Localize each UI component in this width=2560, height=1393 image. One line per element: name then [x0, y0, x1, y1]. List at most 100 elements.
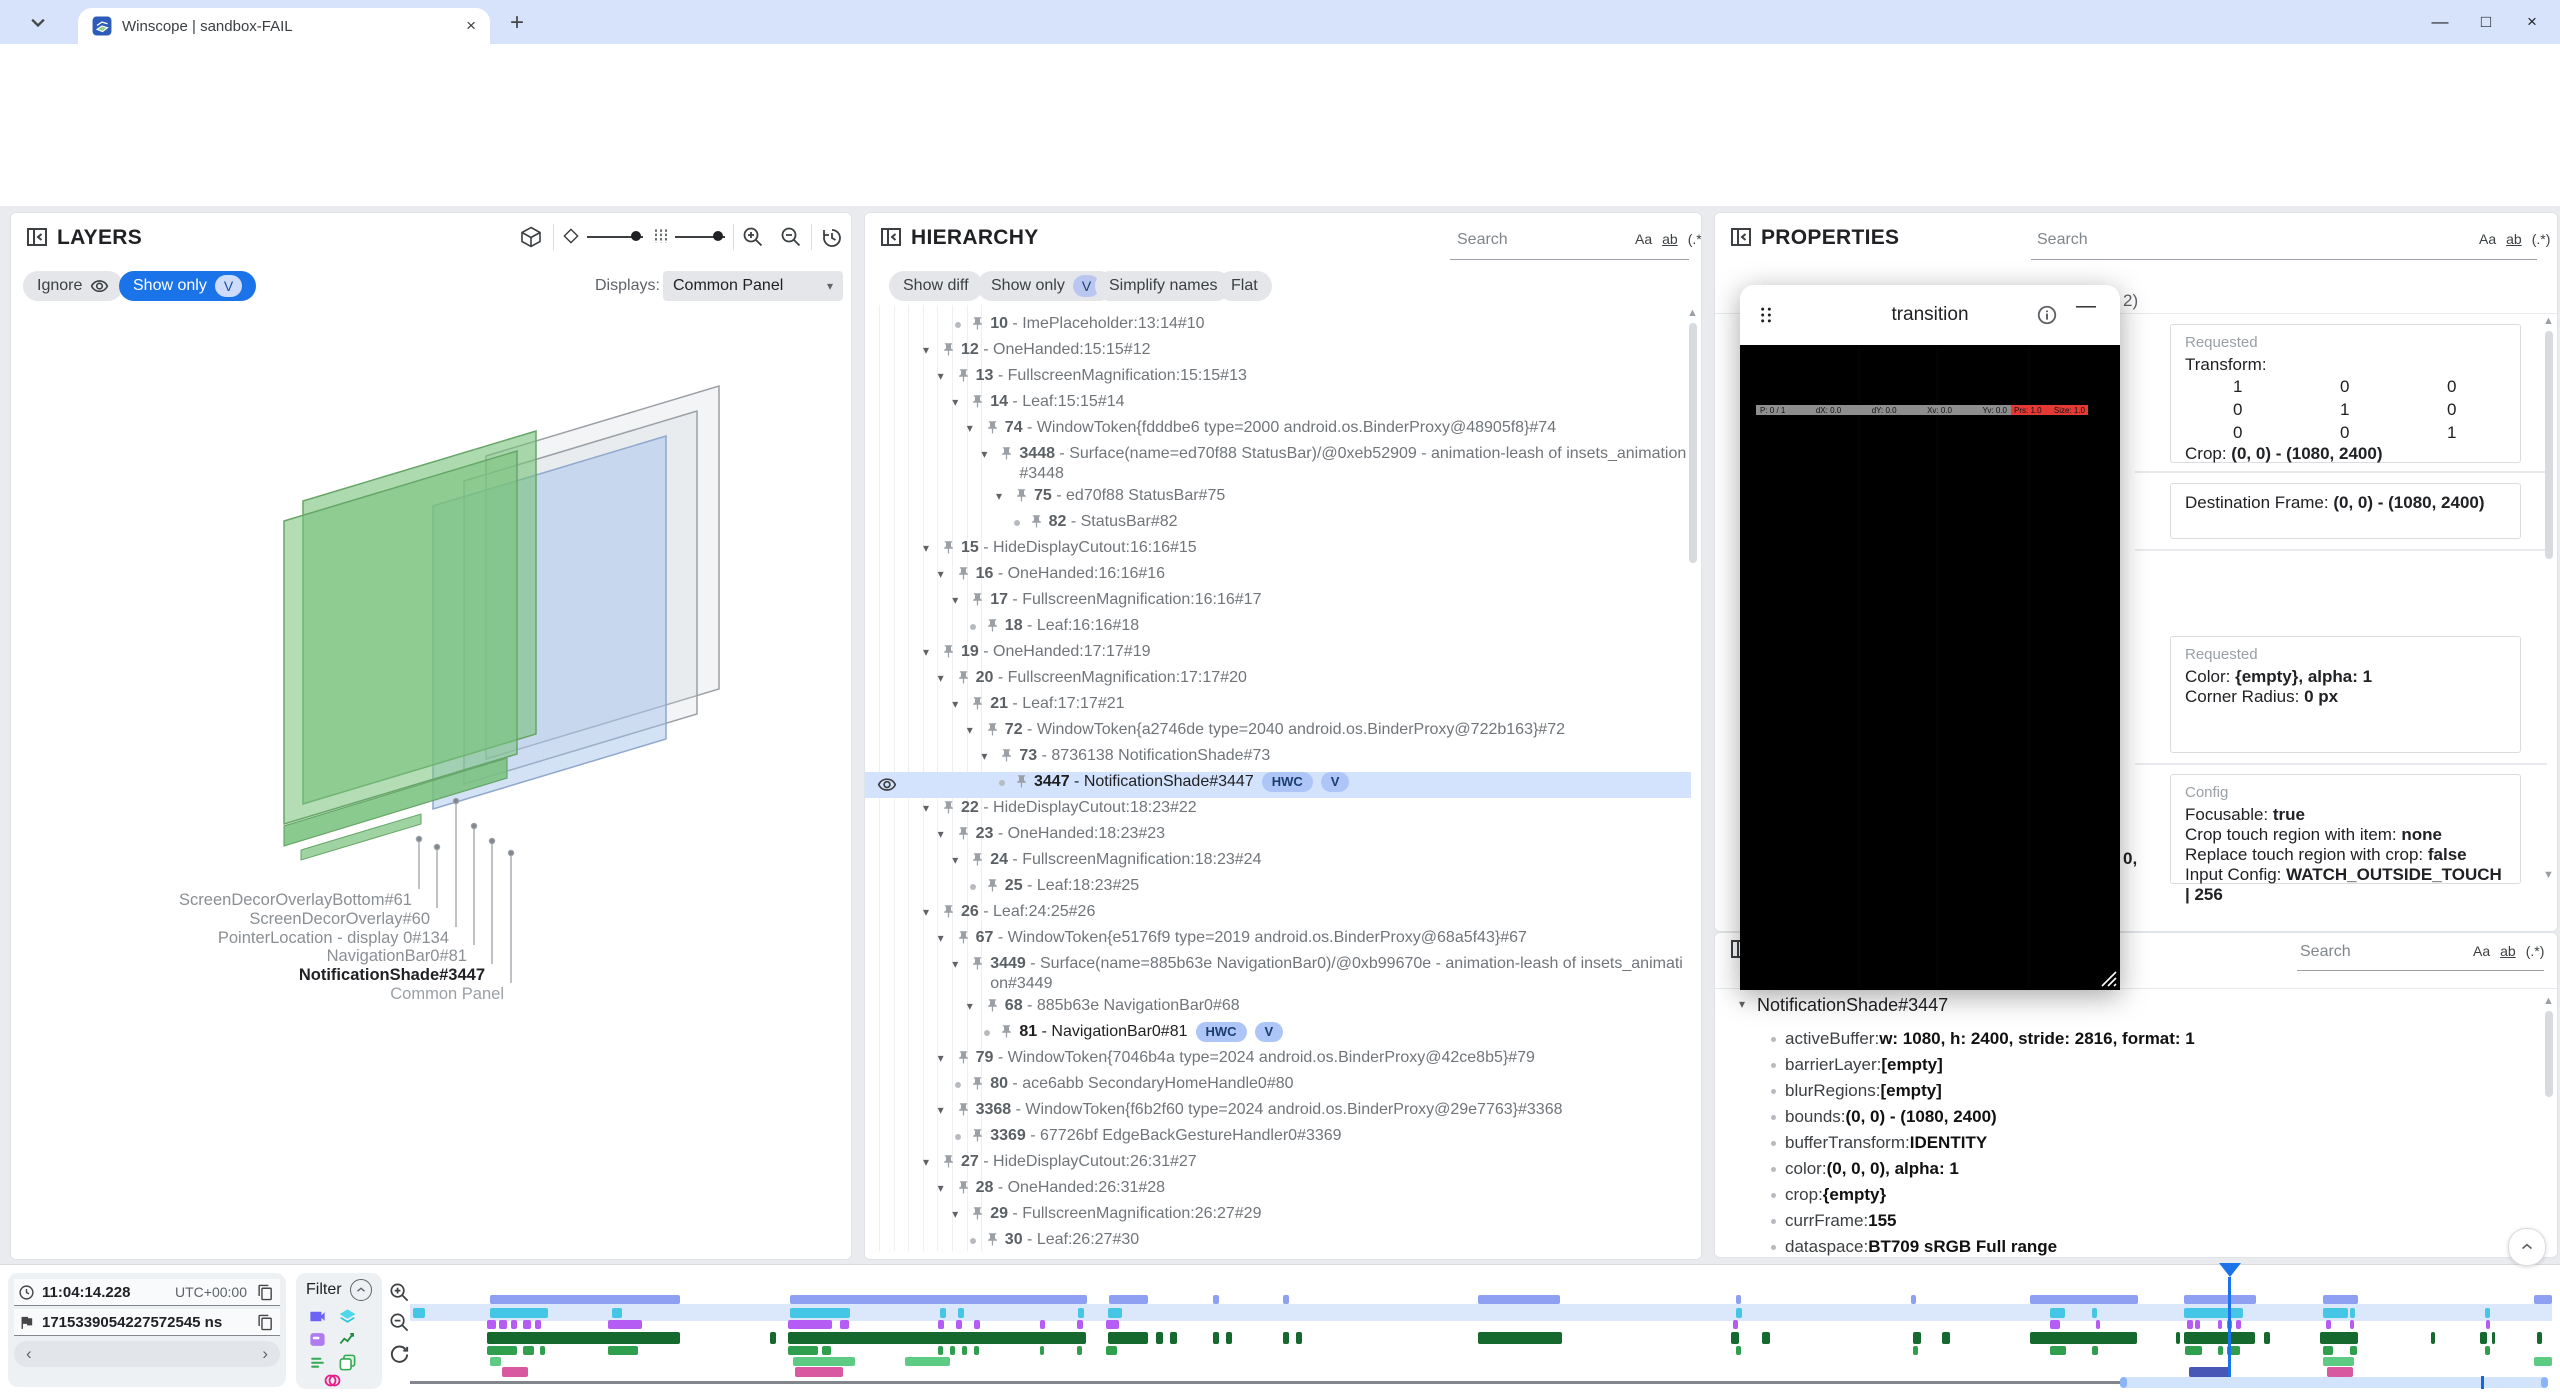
pin-icon[interactable] [970, 1204, 990, 1221]
layer-label[interactable]: NavigationBar0#81 [327, 947, 467, 965]
match-word-toggle[interactable]: ab [1662, 231, 1678, 247]
show-only-chip[interactable]: Show only V [119, 271, 256, 301]
hierarchy-row-20[interactable]: ▾20 - FullscreenMagnification:17:17#20 [865, 668, 1691, 694]
show-diff-chip[interactable]: Show diff [889, 271, 983, 301]
collapse-node-icon[interactable]: ▾ [967, 418, 985, 438]
timeline-bar-surface-flinger[interactable] [612, 1308, 622, 1318]
hierarchy-row-14[interactable]: ▾14 - Leaf:15:15#14 [865, 392, 1691, 418]
spacing-slider-handle[interactable] [713, 231, 723, 241]
timeline-bar-screen-recording[interactable] [2534, 1295, 2552, 1304]
pin-icon[interactable] [985, 418, 1005, 435]
timeline-bar-transitions[interactable] [502, 1367, 528, 1377]
timeline-bar-window-manager[interactable] [1733, 1320, 1738, 1329]
collapse-node-icon[interactable]: ▾ [923, 642, 941, 662]
timeline-bar-view-capture[interactable] [2323, 1357, 2354, 1366]
hierarchy-row-10[interactable]: 10 - ImePlaceholder:13:14#10 [865, 314, 1691, 340]
window-minimize-button[interactable]: — [2420, 0, 2460, 44]
timeline-bar-transactions[interactable] [2030, 1332, 2137, 1344]
pin-icon[interactable] [956, 824, 976, 841]
protolog-filter-icon[interactable] [308, 1353, 327, 1372]
pin-icon[interactable] [985, 616, 1005, 633]
hierarchy-row-26[interactable]: ▾26 - Leaf:24:25#26 [865, 902, 1691, 928]
zoom-out-icon[interactable] [779, 225, 803, 249]
search-options[interactable]: Aaab(.*) [2479, 231, 2550, 247]
collapse-node-icon[interactable]: ▾ [967, 720, 985, 740]
collapse-node-icon[interactable]: ▾ [923, 340, 941, 360]
hierarchy-row-18[interactable]: 18 - Leaf:16:16#18 [865, 616, 1691, 642]
selected-node-label[interactable]: NotificationShade#3447 [1757, 995, 1948, 1016]
hierarchy-row-28[interactable]: ▾28 - OneHanded:26:31#28 [865, 1178, 1691, 1204]
collapse-node-icon[interactable]: ▾ [952, 694, 970, 714]
hierarchy-search-input[interactable]: Search [1457, 231, 1508, 249]
timeline-bar-transitions[interactable] [2327, 1367, 2353, 1377]
timeline-bar-transactions[interactable] [1156, 1332, 1163, 1344]
timeline-bar-protolog[interactable] [950, 1346, 955, 1355]
copy-icon[interactable] [257, 1314, 274, 1331]
pin-icon[interactable] [970, 392, 990, 409]
hierarchy-row-68[interactable]: ▾68 - 885b63e NavigationBar0#68 [865, 996, 1691, 1022]
layer-label[interactable]: PointerLocation - display 0#134 [218, 929, 449, 947]
rotation-slider-handle[interactable] [631, 231, 641, 241]
hierarchy-row-19[interactable]: ▾19 - OneHanded:17:17#19 [865, 642, 1691, 668]
timeline-bar-protolog[interactable] [2485, 1346, 2490, 1355]
collapse-node-icon[interactable]: ▾ [938, 928, 956, 948]
collapse-panel-icon[interactable] [1729, 225, 1753, 249]
timeline-bar-transactions[interactable] [2176, 1332, 2180, 1344]
collapse-node-icon[interactable]: ▾ [952, 954, 970, 974]
pin-icon[interactable] [1014, 772, 1034, 789]
collapse-node-icon[interactable]: ▾ [938, 1048, 956, 1068]
timeline-bar-surface-flinger[interactable] [2350, 1308, 2355, 1318]
timeline-bar-screen-recording[interactable] [1478, 1295, 1560, 1304]
timeline-bar-protolog[interactable] [1913, 1346, 1918, 1355]
hierarchy-row-3369[interactable]: 3369 - 67726bf EdgeBackGestureHandler0#3… [865, 1126, 1691, 1152]
scroll-up-arrow[interactable]: ▲ [2543, 315, 2554, 327]
timeline-bar-transactions[interactable] [1170, 1332, 1177, 1344]
timeline-bar-transactions[interactable] [788, 1332, 1086, 1344]
pin-icon[interactable] [985, 876, 1005, 893]
timeline-bar-protolog[interactable] [2050, 1346, 2066, 1355]
timeline-bar-transactions[interactable] [770, 1332, 776, 1344]
overlay-header[interactable]: transition — [1740, 285, 2120, 345]
hierarchy-scrollbar[interactable] [1689, 323, 1697, 563]
timeline-bar-transactions[interactable] [1283, 1332, 1289, 1344]
hierarchy-row-24[interactable]: ▾24 - FullscreenMagnification:18:23#24 [865, 850, 1691, 876]
timeline-bar-window-manager[interactable] [608, 1320, 642, 1329]
minimap-right-handle[interactable] [2541, 1377, 2548, 1388]
timeline-bar-protolog[interactable] [962, 1346, 967, 1355]
ns-value[interactable]: 1715339054227572545 ns [42, 1314, 222, 1331]
timestamp-value[interactable]: 11:04:14.228 [42, 1284, 130, 1301]
minimap-left-handle[interactable] [2120, 1377, 2127, 1388]
timeline-bar-transactions[interactable] [2320, 1332, 2358, 1344]
layers-3d-view[interactable]: ScreenDecorOverlayBottom#61ScreenDecorOv… [11, 305, 851, 1259]
hierarchy-row-27[interactable]: ▾27 - HideDisplayCutout:26:31#27 [865, 1152, 1691, 1178]
timeline-bar-window-manager[interactable] [523, 1320, 531, 1329]
timeline-bar-surface-flinger[interactable] [1736, 1308, 1742, 1318]
hierarchy-row-15[interactable]: ▾15 - HideDisplayCutout:16:16#15 [865, 538, 1691, 564]
timeline-bar-surface-flinger[interactable] [413, 1308, 425, 1318]
hierarchy-row-29[interactable]: ▾29 - FullscreenMagnification:26:27#29 [865, 1204, 1691, 1230]
timeline-bar-transactions[interactable] [1296, 1332, 1302, 1344]
timeline-bar-screen-recording[interactable] [1736, 1295, 1741, 1304]
timeline-bar-transitions-selected[interactable] [2189, 1367, 2230, 1377]
timeline-bar-window-manager[interactable] [1040, 1320, 1045, 1329]
property-row-blurRegions[interactable]: blurRegions: [empty] [1771, 1081, 1942, 1101]
collapse-panel-icon[interactable] [879, 225, 903, 249]
layer-label[interactable]: ScreenDecorOverlayBottom#61 [179, 891, 412, 909]
timeline-bar-protolog[interactable] [540, 1346, 545, 1355]
timeline-bar-window-manager[interactable] [956, 1320, 962, 1329]
layer-label[interactable]: NotificationShade#3447 [299, 966, 485, 984]
show-only-chip[interactable]: Show onlyV [977, 271, 1114, 301]
hierarchy-row-25[interactable]: 25 - Leaf:18:23#25 [865, 876, 1691, 902]
timeline-bar-protolog[interactable] [974, 1346, 979, 1355]
timeline-bar-window-manager[interactable] [2218, 1320, 2222, 1329]
collapse-node-icon[interactable]: ▾ [981, 444, 999, 464]
timeline-cursor-line[interactable] [2228, 1277, 2231, 1379]
timeline-bar-transactions[interactable] [2264, 1332, 2270, 1344]
hierarchy-row-30[interactable]: 30 - Leaf:26:27#30 [865, 1230, 1691, 1251]
timeline-bar-window-manager[interactable] [2195, 1320, 2200, 1329]
timeline-bar-screen-recording[interactable] [1283, 1295, 1289, 1304]
timeline-bar-screen-recording[interactable] [2184, 1295, 2256, 1304]
timeline-bar-transitions[interactable] [795, 1367, 843, 1377]
hierarchy-row-3448[interactable]: ▾3448 - Surface(name=ed70f88 StatusBar)/… [865, 444, 1691, 488]
visibility-icon[interactable] [877, 775, 897, 795]
